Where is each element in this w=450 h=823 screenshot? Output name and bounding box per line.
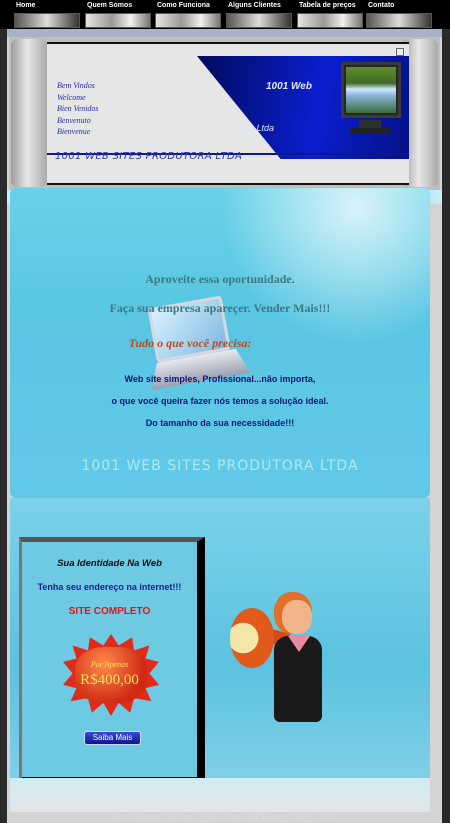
- promo-callout: Tudo o que você precisa:: [128, 336, 252, 350]
- nav-contato-thumbnail: [366, 13, 432, 28]
- nav-home-label: Home: [16, 2, 36, 9]
- offer-box: Sua Identidade Na Web Tenha seu endereço…: [19, 537, 205, 785]
- page-top-bar: [7, 29, 442, 37]
- nav-como-funciona-thumbnail: [155, 13, 221, 28]
- promo-text-line: Web site simples, Profissional...não imp…: [124, 374, 316, 384]
- nav-quem-somos[interactable]: Quem Somos: [85, 0, 153, 29]
- nav-tabela-precos-label: Tabela de preços: [299, 2, 356, 9]
- bottom-fade: [10, 778, 430, 812]
- nav-home[interactable]: Home: [14, 0, 82, 29]
- nav-tabela-precos-thumbnail: [297, 13, 363, 28]
- monitor-stand: [359, 120, 381, 128]
- welcome-line: Bem Vindos: [57, 81, 95, 90]
- nav-como-funciona-label: Como Funciona: [157, 2, 210, 9]
- nav-alguns-clientes-thumbnail: [226, 13, 292, 28]
- footer-address: Rua Dr.Seng,100 Apto 12 São Paulo-SP Fon…: [112, 812, 338, 822]
- welcome-greetings: Bem Vindos Welcome Bien Venidos Benvenut…: [57, 80, 99, 138]
- promo-text-line: Do tamanho da sua necessidade!!!: [145, 418, 295, 428]
- saiba-mais-button[interactable]: Saiba Mais: [84, 731, 141, 745]
- price-value: R$400,00: [80, 672, 139, 688]
- promo-heading: Aproveite essa oportunidade.: [145, 272, 295, 286]
- header-banner: Bem Vindos Welcome Bien Venidos Benvenut…: [47, 42, 409, 185]
- banner-container: Bem Vindos Welcome Bien Venidos Benvenut…: [9, 37, 440, 190]
- welcome-line: Benvenuto: [57, 115, 91, 125]
- welcome-line: Bien Venidos: [57, 104, 99, 113]
- banner-company-name: 1001 WEB SITES PRODUTORA LTDA: [55, 151, 243, 162]
- nav-quem-somos-label: Quem Somos: [87, 2, 133, 9]
- nav-contato[interactable]: Contato: [366, 0, 434, 29]
- welcome-line: Bienvenue: [57, 127, 91, 136]
- woman-head: [282, 600, 312, 634]
- nav-home-thumbnail: [14, 13, 80, 28]
- main-message-panel: Aproveite essa oportunidade. Faça sua em…: [10, 188, 430, 498]
- nav-contato-label: Contato: [368, 2, 395, 9]
- monitor-base: [349, 128, 391, 134]
- waterfall-image: [346, 67, 396, 113]
- promo-text-line: o que você queira fazer nós temos a solu…: [111, 396, 329, 406]
- company-watermark: 1001 WEB SITES PRODUTORA LTDA: [81, 458, 359, 474]
- megaphone-icon: [230, 608, 274, 668]
- banner-brand-suffix: ora Ltda: [241, 123, 275, 133]
- monitor-image: [337, 58, 409, 138]
- offer-headline: SITE COMPLETO: [68, 606, 151, 617]
- nav-alguns-clientes-label: Alguns Clientes: [228, 2, 281, 9]
- nav-tabela-precos[interactable]: Tabela de preços: [297, 0, 365, 29]
- price-prefix: Por Apenas: [90, 660, 129, 669]
- nav-como-funciona[interactable]: Como Funciona: [155, 0, 223, 29]
- banner-brand-name: 1001 Web: [266, 81, 312, 92]
- offer-subtitle: Tenha seu endereço na internet!!!: [37, 582, 182, 592]
- offer-title: Sua Identidade Na Web: [57, 558, 162, 569]
- corner-icon: [396, 48, 404, 56]
- monitor-screen: [341, 62, 401, 118]
- nav-alguns-clientes[interactable]: Alguns Clientes: [226, 0, 294, 29]
- megaphone-woman-image: [230, 598, 330, 730]
- top-navigation: Home Quem Somos Como Funciona Alguns Cli…: [0, 0, 450, 29]
- nav-quem-somos-thumbnail: [85, 13, 151, 28]
- promo-subheading: Faça sua empresa apareçer. Vender Mais!!…: [109, 301, 331, 315]
- banner-left-cap: [11, 39, 47, 187]
- welcome-line: Welcome: [57, 92, 86, 102]
